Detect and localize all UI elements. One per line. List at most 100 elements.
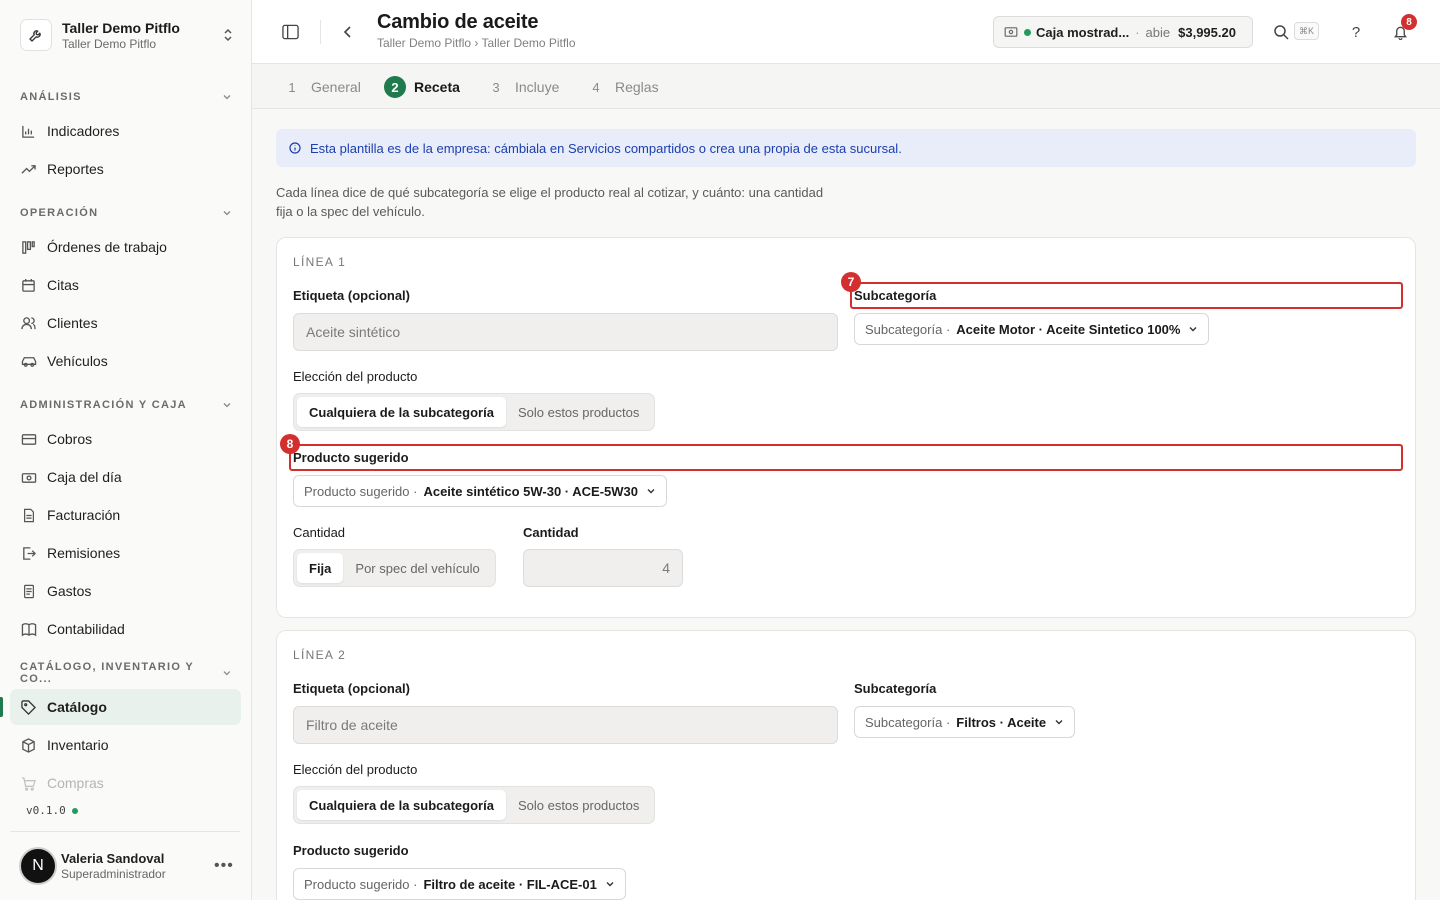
sidebar-item-remisiones[interactable]: Remisiones [10, 535, 241, 571]
intro-text: Cada línea dice de qué subcategoría se e… [276, 185, 824, 219]
wrench-icon [20, 19, 52, 51]
quantity-by-vehicle-spec[interactable]: Por spec del vehículo [343, 553, 491, 583]
suggested-product-select[interactable]: Producto sugerido · Aceite sintético 5W-… [293, 475, 667, 507]
chevron-down-icon [223, 95, 231, 100]
section-operacion[interactable]: OPERACIÓN [20, 205, 232, 221]
sidebar-item-cobros[interactable]: Cobros [10, 421, 241, 457]
active-indicator [0, 697, 3, 717]
choice-any-subcategory[interactable]: Cualquiera de la subcategoría [297, 397, 506, 427]
label-field-label: Etiqueta (opcional) [293, 288, 410, 303]
sidebar-item-inventario[interactable]: Inventario [10, 727, 241, 763]
box-icon [20, 737, 37, 754]
trending-up-icon [20, 161, 37, 178]
recipe-line-2: LÍNEA 2 Etiqueta (opcional) Filtro de ac… [276, 630, 1416, 900]
chevron-up-down-icon [220, 27, 236, 43]
chevron-down-icon [605, 879, 615, 889]
shortcut-hint: ⌘K [1294, 22, 1320, 40]
top-header: Cambio de aceite Taller Demo Pitflo › Ta… [252, 0, 1440, 64]
info-icon [288, 141, 302, 155]
kanban-icon [20, 239, 37, 256]
choice-any-subcategory[interactable]: Cualquiera de la subcategoría [297, 790, 506, 820]
chevron-down-icon [223, 211, 231, 216]
subcategory-select[interactable]: Subcategoría · Aceite Motor · Aceite Sin… [854, 313, 1210, 345]
choice-only-products[interactable]: Solo estos productos [506, 397, 651, 427]
label-input[interactable]: Filtro de aceite [293, 706, 838, 744]
back-icon[interactable] [338, 22, 358, 42]
sidebar-item-reportes[interactable]: Reportes [10, 151, 241, 187]
help-icon[interactable]: ? [1346, 22, 1366, 42]
quantity-fixed[interactable]: Fija [297, 553, 344, 583]
product-choice-toggle: Cualquiera de la subcategoría Solo estos… [293, 393, 656, 431]
chevron-down-icon [223, 671, 231, 676]
sidebar-item-contabilidad[interactable]: Contabilidad [10, 611, 241, 647]
cash-register-button[interactable]: Caja mostrad... · abie $3,995.20 [993, 16, 1253, 48]
receipt-icon [20, 583, 37, 600]
product-choice-label: Elección del producto [293, 369, 418, 384]
quantity-mode-toggle: Fija Por spec del vehículo [293, 549, 496, 587]
cart-icon [20, 775, 37, 792]
tag-icon [20, 699, 37, 716]
notification-badge: 8 [1401, 14, 1417, 30]
section-administracion[interactable]: ADMINISTRACIÓN Y CAJA [20, 397, 232, 413]
sidebar-item-citas[interactable]: Citas [10, 267, 241, 303]
suggested-product-label: Producto sugerido [293, 843, 409, 858]
tab-receta[interactable]: 2 Receta [384, 76, 460, 98]
tab-reglas[interactable]: 4 Reglas [585, 76, 658, 98]
bar-chart-icon [20, 123, 37, 140]
stepper-tabs: 1 General 2 Receta 3 Incluye 4 Reglas [252, 64, 1440, 109]
highlight-box-subcategory [850, 282, 1403, 309]
chevron-down-icon [223, 403, 231, 408]
choice-only-products[interactable]: Solo estos productos [506, 790, 651, 820]
label-input[interactable]: Aceite sintético [293, 313, 838, 351]
users-icon [20, 315, 37, 332]
user-name: Valeria Sandoval [61, 851, 165, 866]
sidebar-item-ordenes[interactable]: Órdenes de trabajo [10, 229, 241, 265]
page-title: Cambio de aceite [377, 11, 539, 33]
status-dot [71, 807, 78, 814]
product-choice-toggle: Cualquiera de la subcategoría Solo estos… [293, 786, 656, 824]
sidebar-toggle-icon[interactable] [280, 22, 300, 42]
sidebar-item-caja[interactable]: Caja del día [10, 459, 241, 495]
tab-incluye[interactable]: 3 Incluye [485, 76, 559, 98]
product-choice-label: Elección del producto [293, 762, 418, 777]
label-field-label: Etiqueta (opcional) [293, 681, 410, 696]
user-menu[interactable]: N Valeria Sandoval Superadministrador ••… [10, 831, 240, 900]
chevron-down-icon [1054, 717, 1064, 727]
search-icon[interactable] [1271, 22, 1291, 42]
more-horizontal-icon[interactable]: ••• [214, 857, 234, 875]
status-dot [1024, 28, 1031, 36]
org-switcher[interactable]: Taller Demo Pitflo Taller Demo Pitflo [20, 16, 236, 54]
sidebar-item-catalogo[interactable]: Catálogo [10, 689, 241, 725]
avatar: N [19, 847, 57, 885]
tab-general[interactable]: 1 General [281, 76, 360, 98]
cash-icon [1004, 27, 1018, 37]
sidebar-item-facturacion[interactable]: Facturación [10, 497, 241, 533]
sidebar-item-indicadores[interactable]: Indicadores [10, 113, 241, 149]
chevron-down-icon [646, 486, 656, 496]
user-role: Superadministrador [61, 867, 166, 881]
annotation-badge-7: 7 [841, 272, 861, 292]
section-catalogo[interactable]: CATÁLOGO, INVENTARIO Y CO... [20, 661, 232, 685]
line-title: LÍNEA 2 [293, 648, 347, 662]
org-subtitle: Taller Demo Pitflo [62, 36, 157, 51]
subcategory-select[interactable]: Subcategoría · Filtros · Aceite [854, 706, 1076, 738]
highlight-box-suggested-product [289, 444, 1403, 471]
alert-text: Esta plantilla es de la empresa: cámbial… [310, 140, 902, 156]
annotation-badge-8: 8 [280, 434, 300, 454]
main-content: Esta plantilla es de la empresa: cámbial… [252, 109, 1440, 900]
sidebar-item-gastos[interactable]: Gastos [10, 573, 241, 609]
file-text-icon [20, 507, 37, 524]
car-icon [20, 353, 37, 370]
breadcrumb: Taller Demo Pitflo › Taller Demo Pitflo [377, 36, 576, 50]
suggested-product-select[interactable]: Producto sugerido · Filtro de aceite · F… [293, 868, 626, 900]
sidebar-item-compras[interactable]: Compras [10, 765, 241, 801]
file-export-icon [20, 545, 37, 562]
quantity-mode-label: Cantidad [293, 525, 346, 540]
section-analisis[interactable]: ANÁLISIS [20, 89, 232, 105]
quantity-input[interactable]: 4 [523, 549, 683, 587]
org-name: Taller Demo Pitflo [62, 19, 180, 36]
sidebar-item-clientes[interactable]: Clientes [10, 305, 241, 341]
credit-card-icon [20, 431, 37, 448]
sidebar-item-vehiculos[interactable]: Vehículos [10, 343, 241, 379]
cash-icon [20, 469, 37, 486]
